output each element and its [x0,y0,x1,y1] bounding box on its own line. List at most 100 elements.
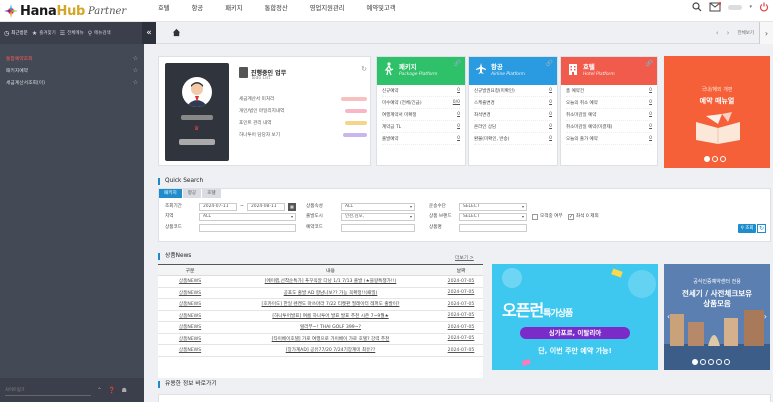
user-name[interactable] [728,4,743,10]
link-icon[interactable]: 🔗 [454,60,461,67]
todo-item[interactable]: 개인/법인 마일리지내역 [239,105,367,117]
air-header[interactable]: 항공 Airline Platform 🔗 [469,57,557,85]
air-row[interactable]: 좌석변경 0 [474,109,552,121]
gnb-settlement[interactable]: 통합정산 [265,0,288,20]
search-button[interactable]: ⚲ 조회 [738,224,756,233]
logo[interactable]: HanaHub Partner [4,3,126,19]
air-row[interactable]: 신규발권요청(미확인) 0 [474,85,552,97]
brand-select[interactable]: SELECT ▾ [459,213,527,221]
package-row[interactable]: 신규예약 0 [382,85,460,97]
chevron-up-icon[interactable]: ⌃ [97,387,102,394]
chevron-down-icon[interactable]: ▾ [749,4,752,10]
search-icon[interactable] [692,2,702,12]
table-row[interactable]: 상품NEWS [호카이도] 한일 렌켄도 마쓰마라 7/22 티켓판 필레이터 레… [158,298,483,311]
star-outline-icon[interactable]: ☆ [133,79,138,86]
power-icon[interactable] [759,2,769,12]
hotel-row[interactable]: 오늘의 출가 예약 0 [566,133,652,145]
carousel-dot[interactable] [708,359,714,365]
product-code-input[interactable] [199,224,296,232]
calendar-icon[interactable]: ▦ [288,203,296,211]
star-outline-icon[interactable]: ☆ [133,55,138,62]
open-run-banner[interactable]: 오픈런특가상품 싱가포르, 이탈리아 단, 이번 주만 예약 가능! [492,264,658,370]
recruiting-checkbox[interactable] [532,214,538,220]
star-outline-icon[interactable]: ☆ [133,67,138,74]
depart-city-select[interactable]: 인천,김포, ▾ [341,213,415,221]
carousel-dot[interactable] [712,156,718,162]
region-select[interactable]: ALL ▾ [199,213,296,221]
gnb-reservation-customer[interactable]: 예약및고객 [367,0,396,20]
qs-tab-hotel[interactable]: 호텔 [202,189,222,198]
collapse-sidebar-button[interactable]: « [142,22,156,44]
table-row[interactable]: 상품NEWS [타이베이호텔] 가로 여행으로 가이베이 가로 호텔? 강력 추천… [158,333,483,345]
tab-favorites[interactable]: ★ 즐겨찾기 [32,30,56,37]
todo-item[interactable]: 포인트 관리 내역 [239,117,367,129]
todo-item[interactable]: 하나투어 담당자 보기 [239,129,367,141]
air-row[interactable]: 환불(미확인, 반송) 0 [474,133,552,145]
tab-expand-icon[interactable]: › [759,22,773,44]
mail-icon[interactable] [709,2,722,12]
product-name-input[interactable] [459,224,527,232]
reserve-code-input[interactable] [341,224,415,232]
qs-tab-package[interactable]: 패키지 [159,189,183,198]
exclude-zero-checkbox[interactable]: ✓ [568,214,574,220]
carousel-dot[interactable] [700,359,706,365]
qs-tab-air[interactable]: 항공 [182,189,203,198]
news-more-link[interactable]: 더보기 > [455,254,474,261]
banner-next-icon[interactable]: › [764,312,767,321]
carousel-dot[interactable] [692,359,698,365]
all-view-button[interactable]: 전체보기 [737,30,754,36]
table-row[interactable]: 상품NEWS 럴러부~! THAI GOLF 399~? 2024-07-05 [158,321,483,334]
table-row[interactable]: 상품NEWS 공포도 출발 AD 항남나보?? 가능 꼭확정!!(패밀) 2024-… [158,287,483,299]
date-to-input[interactable]: 2024-08-11 [247,203,285,211]
reset-icon[interactable]: ↻ [757,224,766,233]
table-row[interactable]: 상품NEWS [하나투어발표] 여름 하나투어 발표 발표 추천 시즌 7~9월★… [158,310,483,322]
table-row[interactable]: 상품NEWS [에이랩,선착순특가] 푸꾸옥알 다낭 1/1 7/13 출발 (★… [158,275,483,288]
air-row[interactable]: 스케쥴변경 0 [474,97,552,109]
tab-menu-search[interactable]: ⚲ 메뉴검색 [88,30,111,37]
carousel-dot[interactable] [720,156,726,162]
package-row[interactable]: 미수예약 (전체/긴급) 0/0 [382,97,460,109]
package-header[interactable]: 패키지 Package Platform 🔗 [377,57,465,85]
site-link-select[interactable]: 사이트링크 [5,385,91,396]
product-prop-select[interactable]: ALL ▾ [341,203,415,211]
hotel-row[interactable]: 취소마감일 예약(미결제) 0 [566,121,652,133]
gnb-air[interactable]: 항공 [192,0,204,20]
transport-select[interactable]: SELECT ▾ [459,203,527,211]
sidebar-item-integrated-reservation[interactable]: 통합예약조회 ☆ [0,52,144,64]
gnb-package[interactable]: 패키지 [225,0,242,20]
help-icon[interactable]: ❓ [108,387,115,394]
promo-line2: 예약 매뉴얼 [699,97,735,105]
carousel-dot[interactable] [716,359,722,365]
hotel-row[interactable]: 오늘의 취소 예약 0 [566,97,652,109]
gnb-hotel[interactable]: 호텔 [158,0,170,20]
date-from-input[interactable]: 2024-07-11 [199,203,237,211]
manual-promo-banner[interactable]: 국내/해외 개편 예약 매뉴얼 [664,56,770,168]
banner-prev-icon[interactable]: ‹ [667,312,670,321]
hotel-row[interactable]: 취소마감일 예약 0 [566,109,652,121]
tab-next-icon[interactable]: › [727,29,730,37]
org-icon[interactable]: ☗ [122,387,127,394]
carousel-dot[interactable] [724,359,730,365]
refresh-icon[interactable]: ↻ [361,65,367,73]
air-row[interactable]: 온라인 상담 0 [474,121,552,133]
package-row[interactable]: 여행계약서 미확정 0 [382,109,460,121]
link-icon[interactable]: 🔗 [546,60,553,67]
clock-icon: ◷ [4,29,10,37]
sidebar-item-package-reservation[interactable]: 패키지예약 ☆ [0,64,144,76]
hotel-row[interactable]: 총 예약건 0 [566,85,652,97]
todo-item[interactable]: 세금계산서 미처리 [239,93,367,105]
gnb-sales-support[interactable]: 영업지원관리 [310,0,345,20]
table-row[interactable]: 상품NEWS [장가계AD] 공유77/20 7/24기장계미 최유?? 2024-… [158,344,483,357]
sidebar-item-tax-invoice[interactable]: 세금계산서조회(이) ☆ [0,76,144,88]
tab-all-menu[interactable]: ☰ 전체메뉴 [60,30,84,37]
clipboard-icon [239,67,248,78]
home-icon[interactable] [172,28,181,37]
hotel-header[interactable]: 호텔 Hotel Platform 🔗 [561,57,657,85]
carousel-dot[interactable] [704,156,710,162]
tab-prev-icon[interactable]: ‹ [716,29,719,37]
package-row[interactable]: 계약금 TL 0 [382,121,460,133]
tab-recent[interactable]: ◷ 최근방문 [4,30,28,37]
package-row[interactable]: 출발예약 0 [382,133,460,145]
link-icon[interactable]: 🔗 [646,60,653,67]
charter-banner[interactable]: 공식인증예약센터 전용 전세기 / 사전체크보유 상품모음 ‹ › [664,264,770,370]
